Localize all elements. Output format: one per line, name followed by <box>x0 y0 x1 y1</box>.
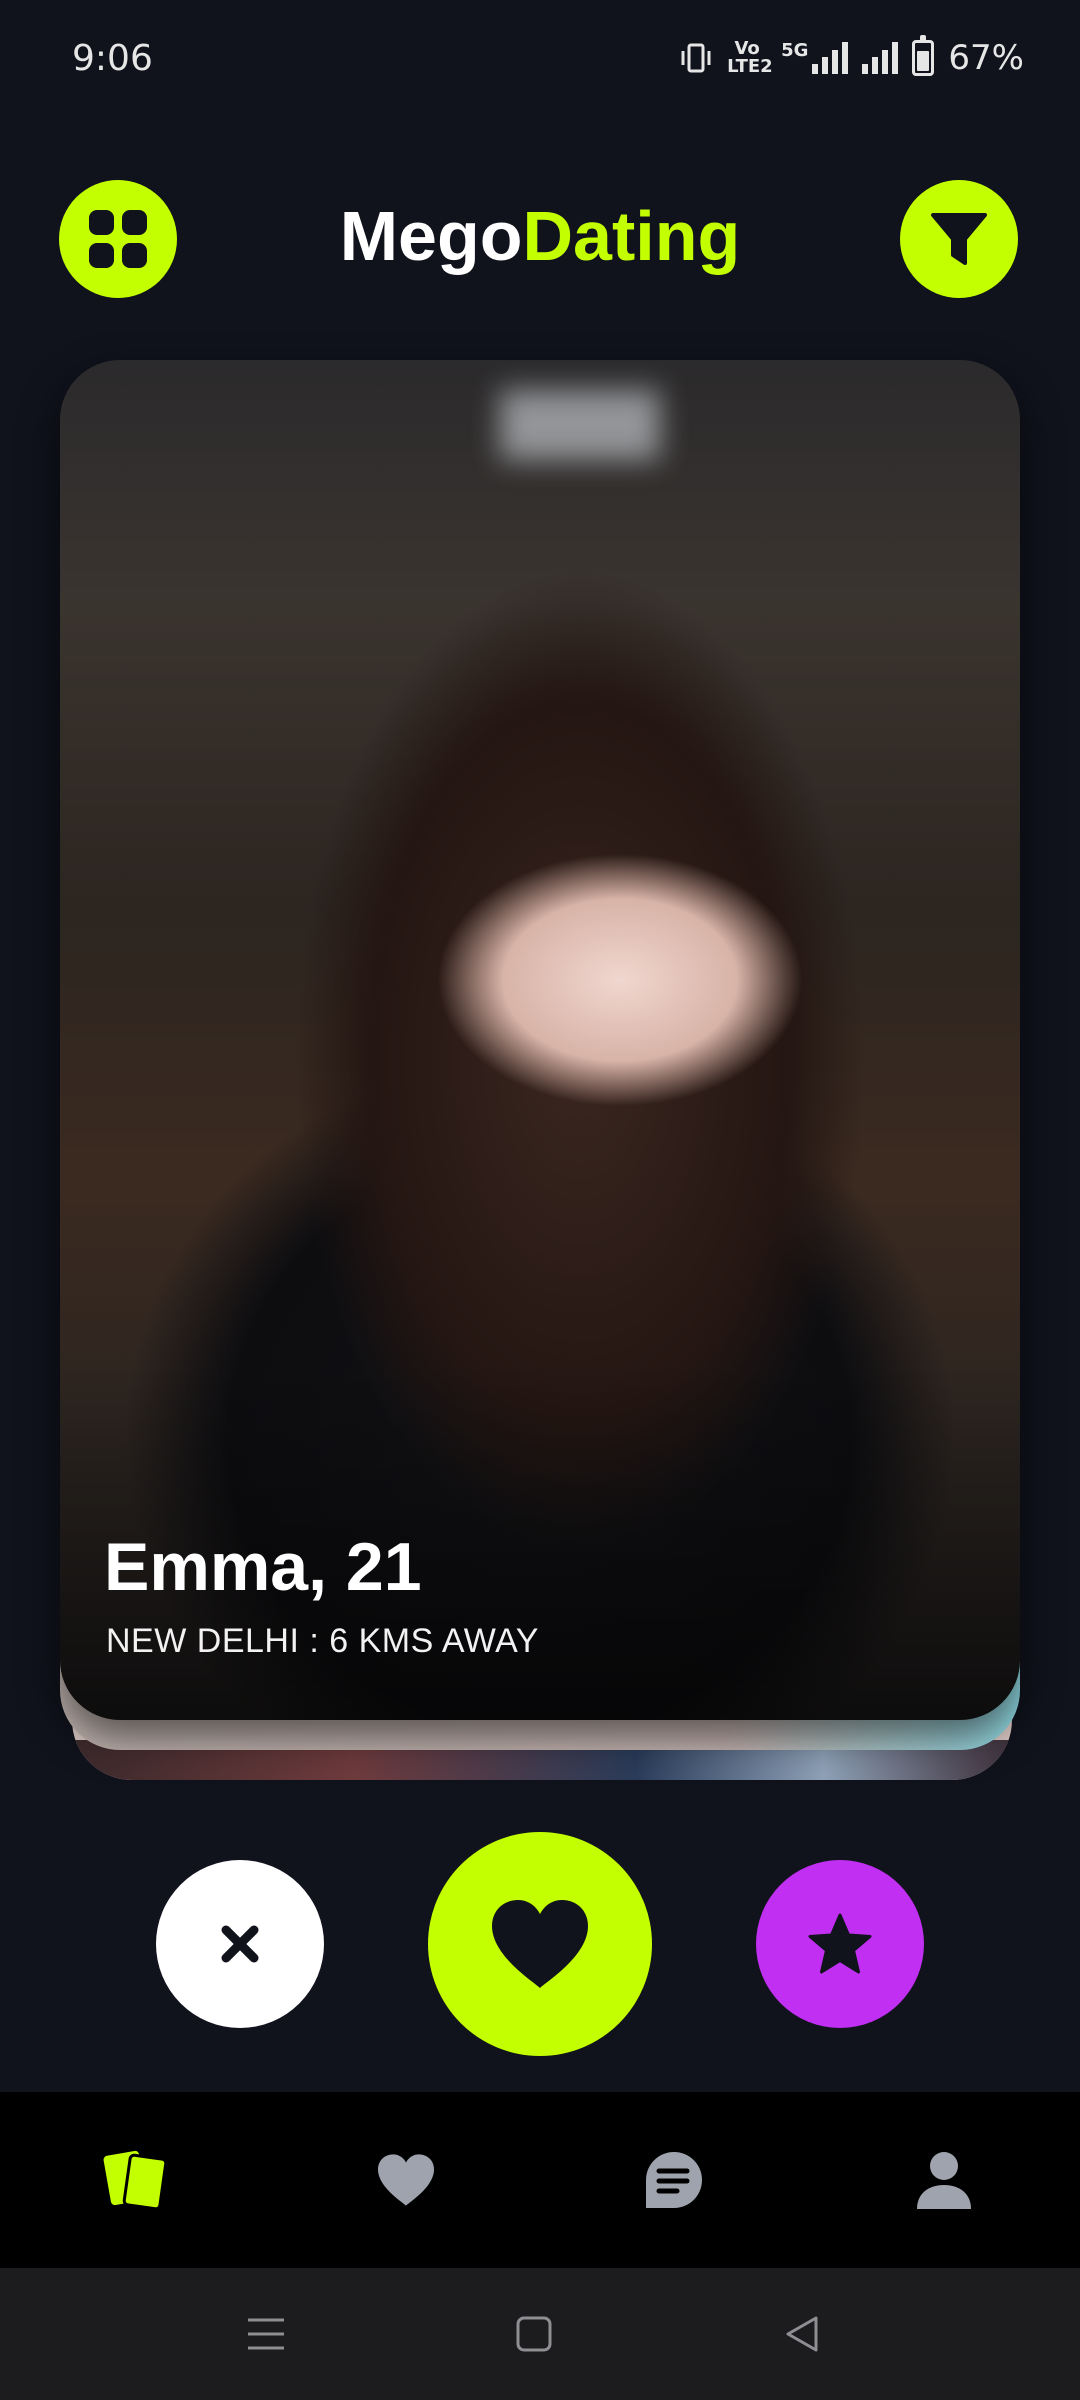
heart-icon <box>378 2154 434 2206</box>
recent-apps-button[interactable] <box>226 2268 306 2400</box>
status-time: 9:06 <box>72 38 153 79</box>
filter-icon <box>931 213 987 265</box>
nav-chat[interactable] <box>604 2092 744 2268</box>
photo-light <box>500 390 660 460</box>
status-icons: Vo LTE2 5G 67% <box>679 35 1024 78</box>
network-type-label: 5G <box>781 40 809 61</box>
volte-icon: Vo LTE2 <box>727 38 773 77</box>
vibrate-icon <box>681 43 711 73</box>
person-icon <box>917 2152 971 2209</box>
bottom-nav <box>0 2092 1080 2268</box>
nav-likes[interactable] <box>336 2092 476 2268</box>
battery-icon <box>912 35 935 76</box>
network-5g-signal: 5G <box>781 40 849 74</box>
status-bar: 9:06 Vo LTE2 5G 67% <box>0 0 1080 125</box>
back-triangle-icon <box>786 2316 818 2352</box>
home-button[interactable] <box>494 2268 574 2400</box>
app-title-part2: Dating <box>522 197 741 275</box>
profile-name-age: Emma, 21 <box>104 1529 422 1605</box>
signal-icon-2 <box>862 42 899 74</box>
dislike-button[interactable] <box>156 1860 324 2028</box>
app-title-part1: Mego <box>339 197 523 275</box>
close-icon <box>221 1925 259 1963</box>
superlike-button[interactable] <box>756 1860 924 2028</box>
filter-button[interactable] <box>900 180 1018 298</box>
profile-location: NEW DELHI : 6 KMS AWAY <box>106 1622 539 1660</box>
star-icon <box>808 1913 872 1974</box>
signal-icon <box>812 42 849 74</box>
like-button[interactable] <box>428 1832 652 2056</box>
nav-profile[interactable] <box>874 2092 1014 2268</box>
chat-icon <box>646 2152 702 2208</box>
square-icon <box>516 2316 552 2352</box>
nav-cards[interactable] <box>66 2092 206 2268</box>
cards-icon <box>103 2150 168 2211</box>
battery-percent: 67% <box>948 38 1024 78</box>
menu-lines-icon <box>248 2318 284 2350</box>
back-button[interactable] <box>762 2268 842 2400</box>
system-nav-bar <box>0 2268 1080 2400</box>
profile-card[interactable]: Emma, 21 NEW DELHI : 6 KMS AWAY <box>60 360 1020 1720</box>
heart-icon <box>492 1900 588 1988</box>
